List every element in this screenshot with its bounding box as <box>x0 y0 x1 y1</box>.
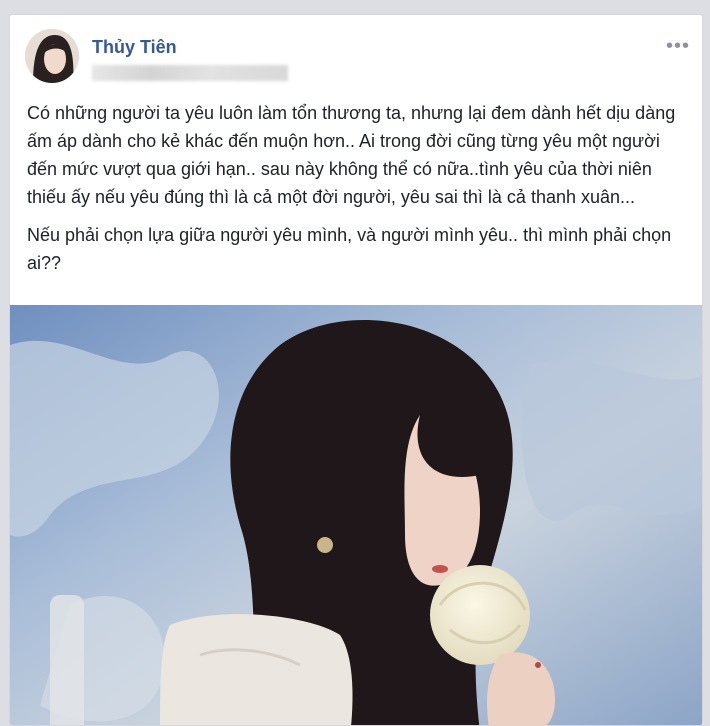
post-text: Có những người ta yêu luôn làm tổn thươn… <box>27 99 687 287</box>
more-options-icon[interactable]: ••• <box>666 35 690 58</box>
author-avatar[interactable] <box>25 29 79 83</box>
post-paragraph-1: Có những người ta yêu luôn làm tổn thươn… <box>27 103 676 207</box>
post-meta-blurred <box>92 65 288 81</box>
author-name[interactable]: Thủy Tiên <box>92 37 177 58</box>
post-photo[interactable] <box>10 305 702 725</box>
post-card: Thủy Tiên ••• Có những người ta yêu luôn… <box>9 14 703 726</box>
post-paragraph-2: Nếu phải chọn lựa giữa người yêu mình, v… <box>27 225 672 273</box>
